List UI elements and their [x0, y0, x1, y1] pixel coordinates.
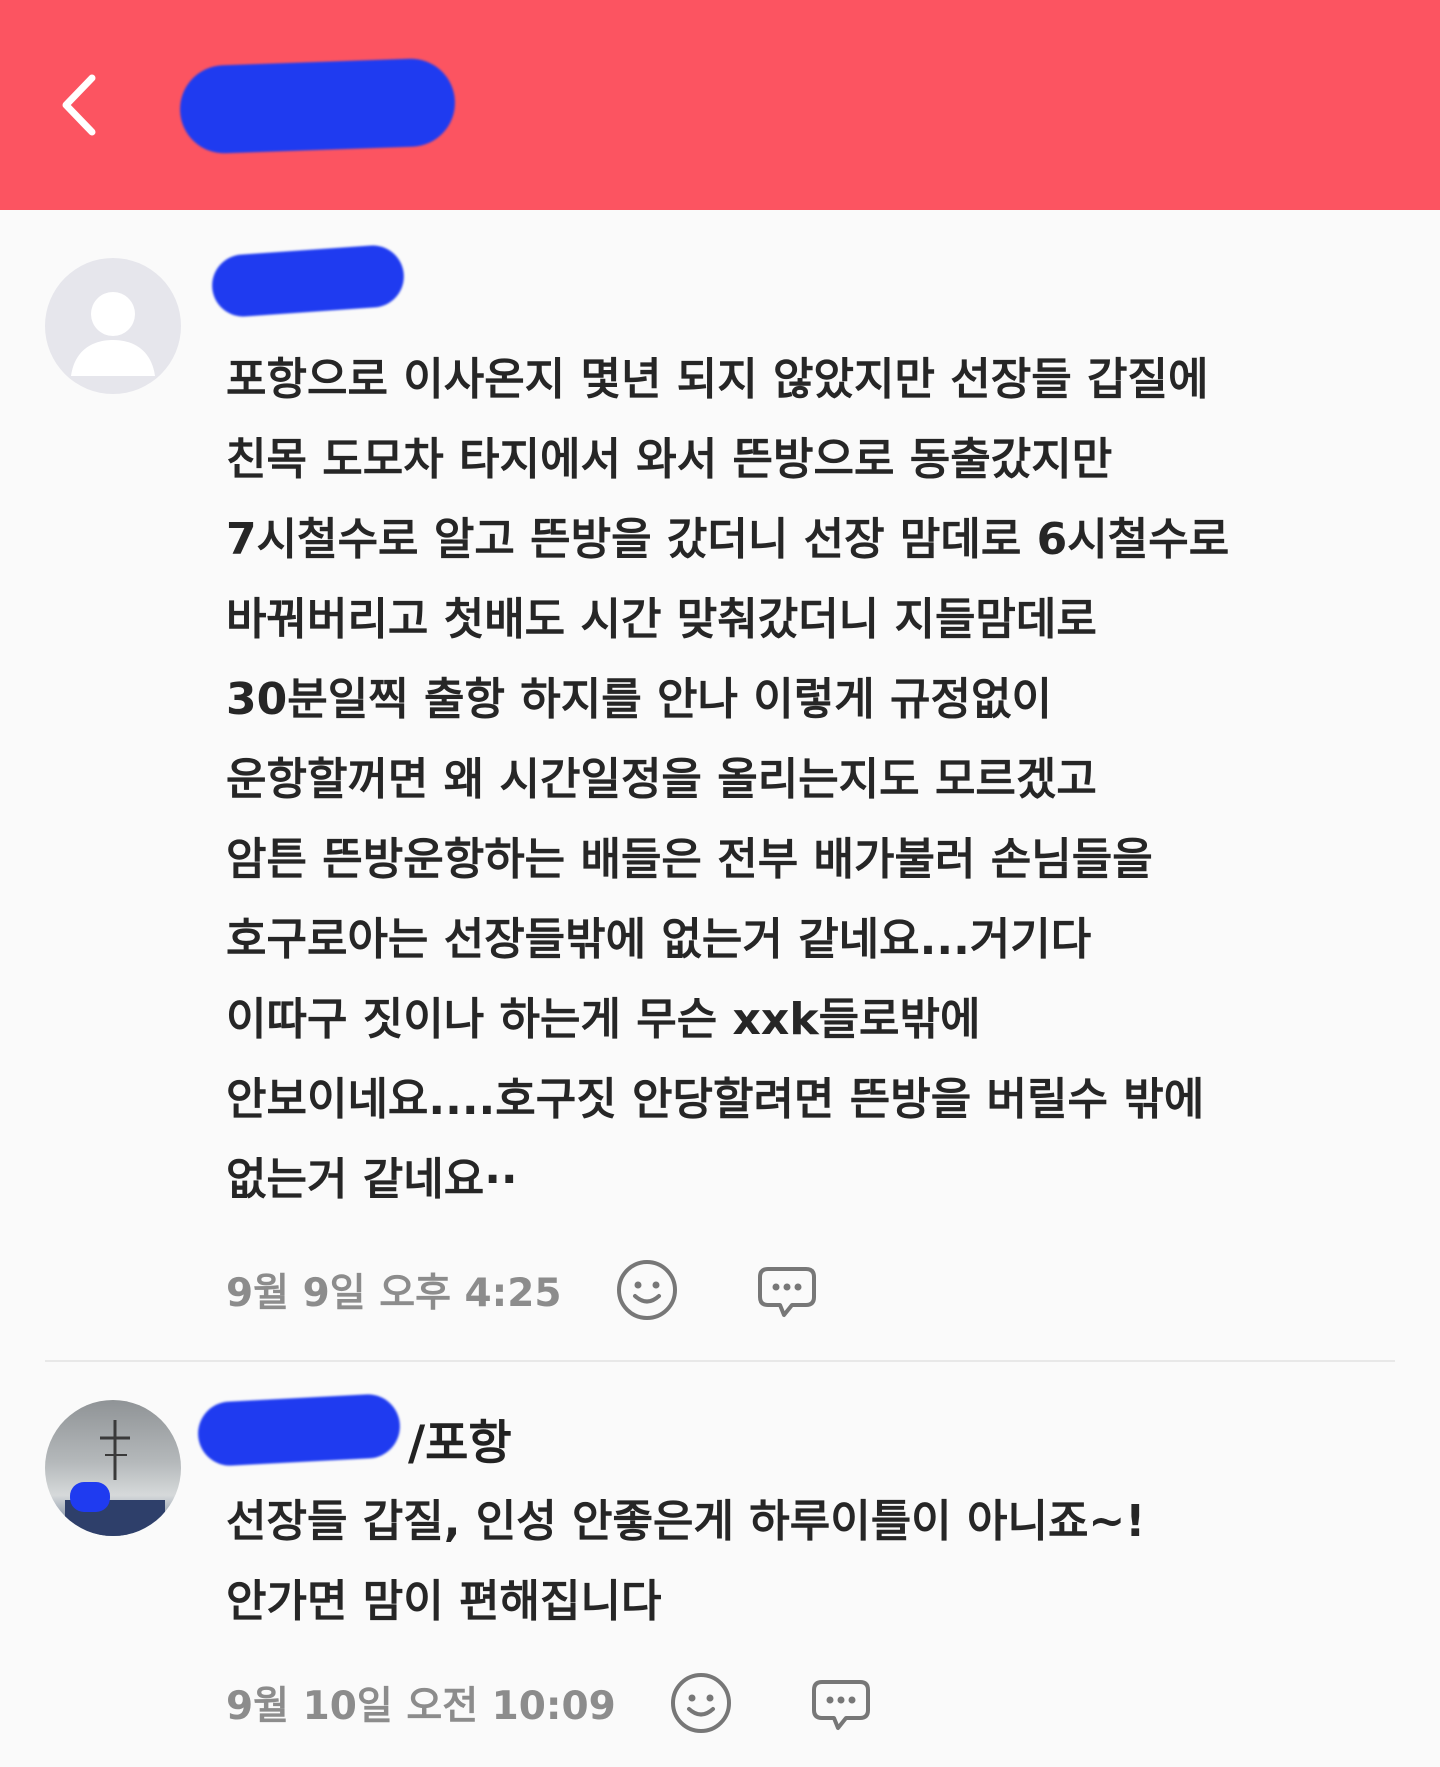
redacted-author-name — [196, 1392, 402, 1468]
comment-line: 친목 도모차 타지에서 와서 뜬방으로 동출갔지만 — [226, 434, 1113, 485]
comment-divider — [45, 1360, 1395, 1362]
reaction-button[interactable] — [668, 1670, 734, 1736]
comment-line: 운항할꺼면 왜 시간일정을 올리는지도 모르겠고 — [226, 754, 1097, 805]
comment-line: 7시철수로 알고 뜬방을 갔더니 선장 맘데로 6시철수로 — [226, 514, 1230, 565]
redacted-author-name — [210, 243, 406, 319]
chat-bubble-icon — [757, 1267, 816, 1317]
timestamp: 9월 9일 오후 4:25 — [226, 1271, 562, 1316]
comment-line: 안보이네요....호구짓 안당할려면 뜬방을 버릴수 밖에 — [226, 1074, 1205, 1125]
reaction-button[interactable] — [614, 1257, 680, 1323]
comment-line: 바꿔버리고 첫배도 시간 맞춰갔더니 지들맘데로 — [226, 594, 1097, 645]
default-user-avatar — [45, 258, 181, 394]
chat-bubble-icon — [811, 1680, 870, 1730]
chevron-left-icon — [62, 74, 96, 136]
comment-line: 30분일찍 출항 하지를 안나 이렇게 규정없이 — [226, 674, 1052, 725]
comment-line: 이따구 짓이나 하는게 무슨 xxk들로밖에 — [226, 994, 981, 1045]
back-button[interactable] — [50, 60, 110, 150]
comment-line: 안가면 맘이 편해집니다 — [226, 1576, 662, 1627]
comment-line: 없는거 같네요·· — [226, 1154, 518, 1205]
comment-meta: 9월 9일 오후 4:25 — [226, 1255, 820, 1325]
comment-line: 선장들 갑질, 인성 안좋은게 하루이틀이 아니죠~! — [226, 1496, 1146, 1547]
author-location: /포항 — [408, 1416, 512, 1471]
comment-line: 암튼 뜬방운항하는 배들은 전부 배가불러 손님들을 — [226, 834, 1153, 885]
comment-line: 호구로아는 선장들밖에 없는거 같네요...거기다 — [226, 914, 1092, 965]
smiley-icon — [616, 1260, 677, 1320]
redacted-title — [178, 57, 457, 155]
reply-button[interactable] — [754, 1257, 820, 1323]
reply-button[interactable] — [808, 1670, 874, 1736]
comment-text: 선장들 갑질, 인성 안좋은게 하루이틀이 아니죠~! 안가면 맘이 편해집니다 — [226, 1482, 1426, 1642]
comment-text: 포항으로 이사온지 몇년 되지 않았지만 선장들 갑질에 친목 도모차 타지에서… — [226, 340, 1426, 1220]
comment-line: 포항으로 이사온지 몇년 되지 않았지만 선장들 갑질에 — [226, 354, 1209, 405]
comment-meta: 9월 10일 오전 10:09 — [226, 1668, 874, 1738]
smiley-icon — [670, 1673, 731, 1733]
timestamp: 9월 10일 오전 10:09 — [226, 1684, 616, 1729]
app-header — [0, 0, 1440, 210]
photo-avatar — [45, 1400, 181, 1536]
